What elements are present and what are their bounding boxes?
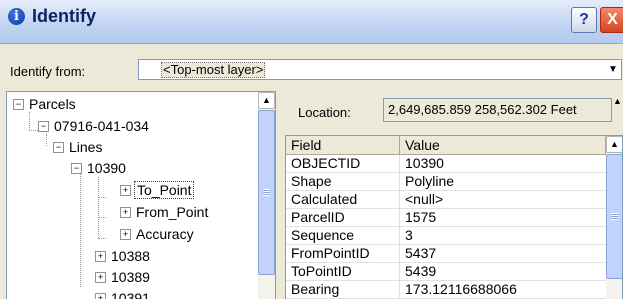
location-label: Location:: [298, 105, 351, 120]
tree-node-10388[interactable]: +10388: [95, 246, 152, 266]
tree-node-label: 10389: [111, 269, 150, 285]
value-cell: <null>: [405, 191, 444, 207]
field-cell: Calculated: [286, 191, 400, 208]
collapse-icon[interactable]: −: [53, 141, 64, 153]
tree-connector: [98, 217, 106, 218]
attribute-table[interactable]: Field Value OBJECTID 10390 Shape Polylin…: [285, 135, 623, 299]
close-icon: X: [607, 11, 618, 28]
value-cell: Polyline: [405, 173, 455, 189]
results-tree[interactable]: − Parcels −07916-041-034 − Lines −10390 + T…: [6, 91, 276, 299]
collapse-icon[interactable]: −: [38, 120, 49, 132]
expand-icon[interactable]: +: [120, 206, 131, 218]
tree-node-label: 10390: [87, 160, 126, 176]
tree-node-label: 10391: [111, 290, 150, 299]
tree-node-to-point[interactable]: + To_Point: [120, 180, 195, 200]
collapse-icon[interactable]: −: [71, 162, 82, 174]
tree-connector: [29, 112, 30, 130]
field-cell: ToPointID: [286, 263, 400, 280]
tree-connector: [98, 238, 106, 239]
scroll-up-arrow-icon[interactable]: ▲: [613, 96, 623, 106]
tree-connector: [29, 130, 38, 131]
close-button[interactable]: X: [600, 7, 623, 33]
tree-node-from-point[interactable]: + From_Point: [120, 202, 210, 222]
field-cell: FromPointID: [286, 245, 400, 262]
table-row[interactable]: FromPointID 5437: [286, 245, 606, 263]
window-title: Identify: [32, 6, 97, 26]
table-row[interactable]: OBJECTID 10390: [286, 155, 606, 173]
table-row[interactable]: ToPointID 5439: [286, 263, 606, 281]
identify-from-label: Identify from:: [10, 64, 86, 79]
table-row[interactable]: Shape Polyline: [286, 173, 606, 191]
expand-icon[interactable]: +: [120, 228, 131, 240]
dropdown-arrow-icon[interactable]: ▼: [605, 60, 621, 79]
help-button[interactable]: ?: [571, 7, 597, 33]
table-scroll-thumb[interactable]: [606, 154, 622, 279]
scroll-grip-icon: [263, 188, 270, 196]
scroll-up-arrow-icon[interactable]: ▲: [606, 136, 622, 153]
table-row[interactable]: Sequence 3: [286, 227, 606, 245]
tree-connector: [80, 167, 81, 287]
table-row[interactable]: Bearing 173.12116688066: [286, 281, 606, 299]
scroll-up-arrow-icon[interactable]: ▲: [258, 92, 275, 109]
value-cell: 5437: [405, 245, 437, 261]
value-cell: 173.12116688066: [405, 281, 517, 297]
tree-connector: [98, 197, 106, 198]
expand-icon[interactable]: +: [95, 250, 106, 262]
tree-node-accuracy[interactable]: + Accuracy: [120, 224, 196, 244]
table-scrollbar[interactable]: ▲: [606, 136, 622, 299]
tree-node-label: From_Point: [136, 204, 209, 220]
tree-node-label: Parcels: [29, 96, 76, 112]
tree-scroll-thumb[interactable]: [258, 110, 275, 275]
identify-from-value: <Top-most layer>: [161, 62, 266, 78]
value-cell: 3: [405, 227, 413, 243]
field-cell: OBJECTID: [286, 155, 400, 172]
tree-node-parcels[interactable]: − Parcels: [13, 94, 78, 114]
expand-icon[interactable]: +: [95, 292, 106, 299]
info-icon: i: [8, 8, 25, 25]
table-row[interactable]: ParcelID 1575: [286, 209, 606, 227]
table-row[interactable]: Calculated <null>: [286, 191, 606, 209]
tree-node-label: Lines: [69, 139, 103, 155]
tree-node-label: 10388: [111, 248, 150, 264]
tree-node-label: 07916-041-034: [54, 118, 149, 134]
tree-node-label: Accuracy: [136, 226, 194, 242]
title-bar: i Identify ? X: [0, 0, 623, 44]
column-header-value[interactable]: Value: [400, 136, 606, 154]
expand-icon[interactable]: +: [95, 271, 106, 283]
field-cell: Shape: [286, 173, 400, 190]
location-value: 2,649,685.859 258,562.302 Feet: [383, 98, 612, 122]
table-header: Field Value: [286, 136, 606, 155]
field-cell: ParcelID: [286, 209, 400, 226]
scroll-grip-icon: [611, 212, 618, 220]
value-cell: 10390: [405, 155, 444, 171]
tree-node-lines[interactable]: − Lines: [53, 137, 104, 157]
field-cell: Bearing: [286, 281, 400, 298]
tree-node-10389[interactable]: +10389: [95, 267, 152, 287]
value-cell: 1575: [405, 209, 437, 225]
expand-icon[interactable]: +: [120, 184, 131, 196]
value-cell: 5439: [405, 263, 437, 279]
tree-node-10391[interactable]: +10391: [95, 288, 152, 299]
column-header-field[interactable]: Field: [286, 136, 400, 154]
identify-from-dropdown[interactable]: <Top-most layer> ▼: [138, 59, 622, 80]
field-cell: Sequence: [286, 227, 400, 244]
tree-node-parcel-id[interactable]: −07916-041-034: [38, 116, 151, 136]
help-icon: ?: [579, 11, 589, 28]
collapse-icon[interactable]: −: [13, 98, 24, 110]
tree-node-label: To_Point: [134, 181, 195, 199]
tree-scrollbar[interactable]: ▲: [258, 92, 275, 299]
tree-node-10390[interactable]: −10390: [71, 158, 128, 178]
tree-connector: [98, 177, 99, 238]
